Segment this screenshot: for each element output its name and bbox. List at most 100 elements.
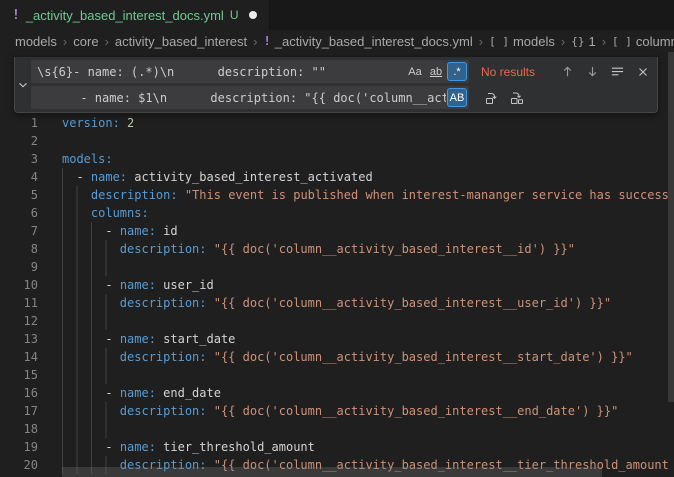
breadcrumb-item[interactable]: core <box>73 34 98 49</box>
code-line[interactable]: 14 description: "{{ doc('column__activit… <box>0 348 674 366</box>
code-line[interactable]: 4 - name: activity_based_interest_activa… <box>0 168 674 186</box>
line-number: 4 <box>0 168 62 186</box>
breadcrumb-label: models <box>15 34 57 49</box>
code-line[interactable]: 8 description: "{{ doc('column__activity… <box>0 240 674 258</box>
code-text: description: "This event is published wh… <box>62 186 669 204</box>
code-line[interactable]: 10 - name: user_id <box>0 276 674 294</box>
breadcrumb-item[interactable]: models <box>15 34 57 49</box>
dirty-indicator-icon[interactable] <box>249 11 257 19</box>
code-text: - name: start_date <box>62 330 235 348</box>
code-line[interactable]: 11 description: "{{ doc('column__activit… <box>0 294 674 312</box>
breadcrumb-separator-icon: › <box>253 34 257 49</box>
line-number: 18 <box>0 420 62 438</box>
code-text <box>62 420 120 438</box>
symbol-array-icon: [ ] <box>489 35 509 48</box>
regex-button[interactable]: .* <box>447 62 467 81</box>
horizontal-scrollbar[interactable] <box>62 467 602 477</box>
line-number: 14 <box>0 348 62 366</box>
breadcrumb-label: columns <box>636 34 674 49</box>
find-next-button[interactable] <box>582 61 603 82</box>
find-previous-button[interactable] <box>557 61 578 82</box>
breadcrumb-label: 1 <box>588 34 595 49</box>
git-status-badge: U <box>230 8 239 22</box>
code-text: - name: end_date <box>62 384 221 402</box>
breadcrumb-item[interactable]: [ ] models <box>489 34 555 49</box>
code-text: description: "{{ doc('column__activity_b… <box>62 348 633 366</box>
line-number: 10 <box>0 276 62 294</box>
code-line[interactable]: 13 - name: start_date <box>0 330 674 348</box>
line-number: 5 <box>0 186 62 204</box>
code-text <box>62 366 120 384</box>
code-text: description: "{{ doc('column__activity_b… <box>62 294 611 312</box>
arrow-down-icon <box>585 64 600 79</box>
breadcrumb-separator-icon: › <box>602 34 606 49</box>
replace-input[interactable] <box>37 91 446 105</box>
arrow-up-icon <box>560 64 575 79</box>
breadcrumb-label: _activity_based_interest_docs.yml <box>275 34 473 49</box>
code-text: - name: tier_threshold_amount <box>62 438 315 456</box>
line-number: 16 <box>0 384 62 402</box>
line-number: 15 <box>0 366 62 384</box>
breadcrumb: models › core › activity_based_interest ›! _ac… <box>0 30 674 52</box>
breadcrumb-label: activity_based_interest <box>115 34 247 49</box>
breadcrumb-item[interactable]: {} 1 <box>571 34 595 49</box>
breadcrumb-separator-icon: › <box>105 34 109 49</box>
symbol-object-icon: {} <box>571 35 584 48</box>
code-line[interactable]: 9 <box>0 258 674 276</box>
code-text: description: "{{ doc('column__activity_b… <box>62 402 618 420</box>
code-line[interactable]: 19 - name: tier_threshold_amount <box>0 438 674 456</box>
replace-button[interactable] <box>481 87 502 108</box>
close-find-button[interactable] <box>632 61 653 82</box>
toggle-replace-button[interactable] <box>15 60 31 109</box>
whole-word-button[interactable]: ab <box>426 62 446 81</box>
preserve-case-button[interactable]: AB <box>447 88 467 107</box>
code-line[interactable]: 7 - name: id <box>0 222 674 240</box>
replace-icon <box>484 90 500 106</box>
find-widget: Aa ab .* No results AB <box>14 57 658 113</box>
code-line[interactable]: 17 description: "{{ doc('column__activit… <box>0 402 674 420</box>
breadcrumb-item[interactable]: ! _activity_based_interest_docs.yml <box>264 34 473 49</box>
code-text <box>62 312 120 330</box>
code-line[interactable]: 18 <box>0 420 674 438</box>
breadcrumb-separator-icon: › <box>479 34 483 49</box>
find-input-box: Aa ab .* <box>31 60 469 83</box>
code-text: models: <box>62 150 113 168</box>
line-number: 1 <box>0 114 62 132</box>
editor-tab[interactable]: ! _activity_based_interest_docs.yml U <box>0 0 270 30</box>
code-text: description: "{{ doc('column__activity_b… <box>62 240 575 258</box>
line-number: 19 <box>0 438 62 456</box>
replace-all-icon <box>509 90 525 106</box>
replace-all-button[interactable] <box>506 87 527 108</box>
line-number: 11 <box>0 294 62 312</box>
chevron-down-icon <box>16 78 30 92</box>
find-input[interactable] <box>37 65 404 79</box>
line-number: 13 <box>0 330 62 348</box>
replace-input-box: AB <box>31 86 469 109</box>
code-text: - name: id <box>62 222 178 240</box>
tab-bar: ! _activity_based_interest_docs.yml U <box>0 0 674 30</box>
breadcrumb-separator-icon: › <box>63 34 67 49</box>
code-line[interactable]: 15 <box>0 366 674 384</box>
line-number: 17 <box>0 402 62 420</box>
code-line[interactable]: 2 <box>0 132 674 150</box>
line-number: 12 <box>0 312 62 330</box>
code-editor[interactable]: 1version: 223models:4 - name: activity_b… <box>0 114 674 474</box>
vertical-scrollbar[interactable] <box>668 52 674 402</box>
breadcrumb-label: models <box>513 34 555 49</box>
breadcrumb-item[interactable]: [ ] columns <box>612 34 674 49</box>
yaml-file-icon: ! <box>264 34 271 48</box>
code-line[interactable]: 5 description: "This event is published … <box>0 186 674 204</box>
match-case-button[interactable]: Aa <box>405 62 425 81</box>
selection-lines-icon <box>610 64 625 79</box>
code-line[interactable]: 1version: 2 <box>0 114 674 132</box>
find-in-selection-button[interactable] <box>607 61 628 82</box>
code-line[interactable]: 12 <box>0 312 674 330</box>
code-text <box>62 258 120 276</box>
symbol-array-icon: [ ] <box>612 35 632 48</box>
code-line[interactable]: 16 - name: end_date <box>0 384 674 402</box>
code-text: columns: <box>62 204 149 222</box>
line-number: 9 <box>0 258 62 276</box>
code-line[interactable]: 6 columns: <box>0 204 674 222</box>
code-line[interactable]: 3models: <box>0 150 674 168</box>
breadcrumb-item[interactable]: activity_based_interest <box>115 34 247 49</box>
